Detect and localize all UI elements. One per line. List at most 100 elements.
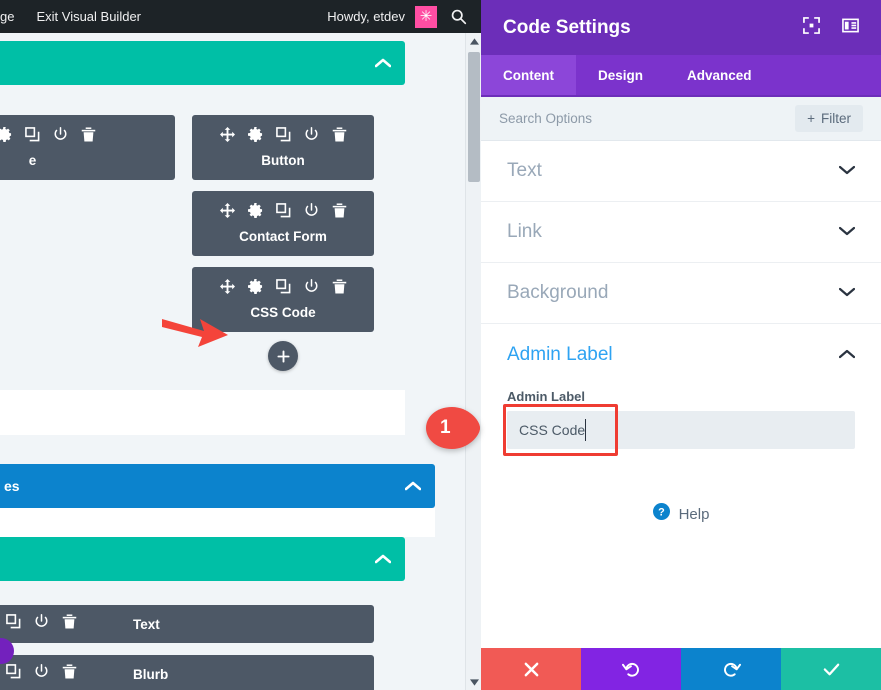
chevron-up-icon[interactable]: [404, 481, 422, 491]
settings-section-admin-label-label: Admin Label: [507, 343, 613, 365]
focus-mode-icon[interactable]: [803, 16, 820, 39]
settings-section-background[interactable]: Background: [481, 263, 881, 324]
screenshot-root: ge Exit Visual Builder Howdy, etdev ✳ e …: [0, 0, 881, 690]
section-white-gap-2: [0, 508, 435, 537]
module-label: e: [28, 153, 37, 168]
admin-label-field-block: Admin Label: [481, 385, 881, 456]
section-white-gap: [0, 390, 405, 435]
filter-button[interactable]: + Filter: [795, 105, 863, 132]
module-label: Button: [261, 153, 305, 168]
admin-bar-right: Howdy, etdev ✳: [327, 0, 481, 33]
section-bar-blue-label: es: [4, 478, 20, 494]
module-label: CSS Code: [250, 305, 316, 320]
chevron-up-icon[interactable]: [838, 346, 856, 364]
power-icon[interactable]: [34, 664, 49, 684]
step-marker-1: 1: [424, 405, 480, 451]
module-label: Text: [133, 616, 160, 632]
scrollbar-thumb[interactable]: [468, 52, 480, 182]
section-bar-top[interactable]: [0, 41, 405, 85]
chevron-down-icon[interactable]: [838, 162, 856, 180]
panel-tabs: Content Design Advanced: [481, 55, 881, 95]
search-options-row: + Filter: [481, 97, 881, 141]
cancel-button[interactable]: [481, 648, 581, 690]
undo-button[interactable]: [581, 648, 681, 690]
gear-icon[interactable]: [247, 127, 263, 147]
module-contact-form[interactable]: Contact Form: [192, 191, 374, 256]
chevron-up-icon[interactable]: [374, 58, 392, 68]
panel-layout-icon[interactable]: [842, 17, 859, 39]
admin-bar-left: ge Exit Visual Builder: [0, 9, 141, 24]
module-button[interactable]: Button: [192, 115, 374, 180]
add-module-button[interactable]: [268, 341, 298, 371]
duplicate-icon[interactable]: [25, 127, 40, 147]
scroll-down-arrow-icon[interactable]: [466, 674, 482, 690]
panel-action-bar: [481, 648, 881, 690]
search-icon[interactable]: [447, 6, 469, 28]
tab-content[interactable]: Content: [481, 55, 576, 95]
visual-builder-canvas: e Button Contact Form CSS Code es Text B…: [0, 33, 465, 690]
trash-icon[interactable]: [332, 279, 347, 299]
admin-bar-item-exit-visual-builder[interactable]: Exit Visual Builder: [36, 9, 141, 24]
move-icon[interactable]: [219, 127, 235, 147]
scroll-up-arrow-icon[interactable]: [466, 33, 482, 49]
module-label: Blurb: [133, 666, 169, 682]
duplicate-icon[interactable]: [275, 203, 291, 223]
power-icon[interactable]: [304, 127, 319, 147]
step-marker-number: 1: [440, 417, 451, 438]
redo-button[interactable]: [681, 648, 781, 690]
module-blurb[interactable]: Blurb: [0, 655, 374, 690]
chevron-down-icon[interactable]: [838, 284, 856, 302]
chevron-up-icon[interactable]: [374, 554, 392, 564]
move-icon[interactable]: [219, 203, 235, 223]
settings-section-text[interactable]: Text: [481, 141, 881, 202]
duplicate-icon[interactable]: [6, 614, 21, 634]
settings-section-admin-label[interactable]: Admin Label: [481, 324, 881, 385]
duplicate-icon[interactable]: [275, 279, 291, 299]
chevron-down-icon[interactable]: [838, 223, 856, 241]
panel-title: Code Settings: [503, 16, 631, 38]
module-icon-row: [219, 279, 347, 299]
section-bar-bottom[interactable]: [0, 537, 405, 581]
settings-section-text-label: Text: [507, 160, 542, 181]
gear-icon[interactable]: [247, 203, 263, 223]
trash-icon[interactable]: [332, 203, 347, 223]
canvas-scrollbar[interactable]: [465, 33, 481, 690]
power-icon[interactable]: [304, 279, 319, 299]
power-icon[interactable]: [34, 614, 49, 634]
help-row[interactable]: ? Help: [481, 503, 881, 525]
wp-admin-bar: ge Exit Visual Builder Howdy, etdev ✳: [0, 0, 481, 33]
gear-icon[interactable]: [247, 279, 263, 299]
duplicate-icon[interactable]: [275, 127, 291, 147]
save-button[interactable]: [781, 648, 881, 690]
search-input[interactable]: [499, 111, 739, 126]
howdy-label[interactable]: Howdy, etdev: [327, 9, 405, 24]
duplicate-icon[interactable]: [6, 664, 21, 684]
avatar[interactable]: ✳: [415, 5, 437, 28]
tab-design[interactable]: Design: [576, 55, 665, 95]
question-circle-icon[interactable]: ?: [652, 503, 670, 525]
power-icon[interactable]: [53, 127, 68, 147]
module-text[interactable]: Text: [0, 605, 374, 643]
text-caret: [585, 419, 586, 441]
admin-label-input-wrap: [503, 404, 855, 456]
gear-icon[interactable]: [0, 127, 12, 147]
filter-button-label: Filter: [821, 111, 851, 126]
module-partial-left[interactable]: e: [0, 115, 175, 180]
power-icon[interactable]: [304, 203, 319, 223]
section-bar-blue[interactable]: es: [0, 464, 435, 508]
trash-icon[interactable]: [332, 127, 347, 147]
settings-section-link-label: Link: [507, 221, 542, 242]
module-icon-row: [219, 203, 347, 223]
move-icon[interactable]: [219, 279, 235, 299]
tab-advanced[interactable]: Advanced: [665, 55, 774, 95]
settings-section-link[interactable]: Link: [481, 202, 881, 263]
trash-icon[interactable]: [62, 664, 77, 684]
module-css-code[interactable]: CSS Code: [192, 267, 374, 332]
trash-icon[interactable]: [81, 127, 96, 147]
panel-header: Code Settings: [481, 0, 881, 55]
trash-icon[interactable]: [62, 614, 77, 634]
plus-icon: +: [807, 111, 815, 126]
admin-label-input[interactable]: [507, 411, 855, 449]
module-icon-row: [0, 127, 96, 147]
admin-bar-item-page[interactable]: ge: [0, 9, 14, 24]
